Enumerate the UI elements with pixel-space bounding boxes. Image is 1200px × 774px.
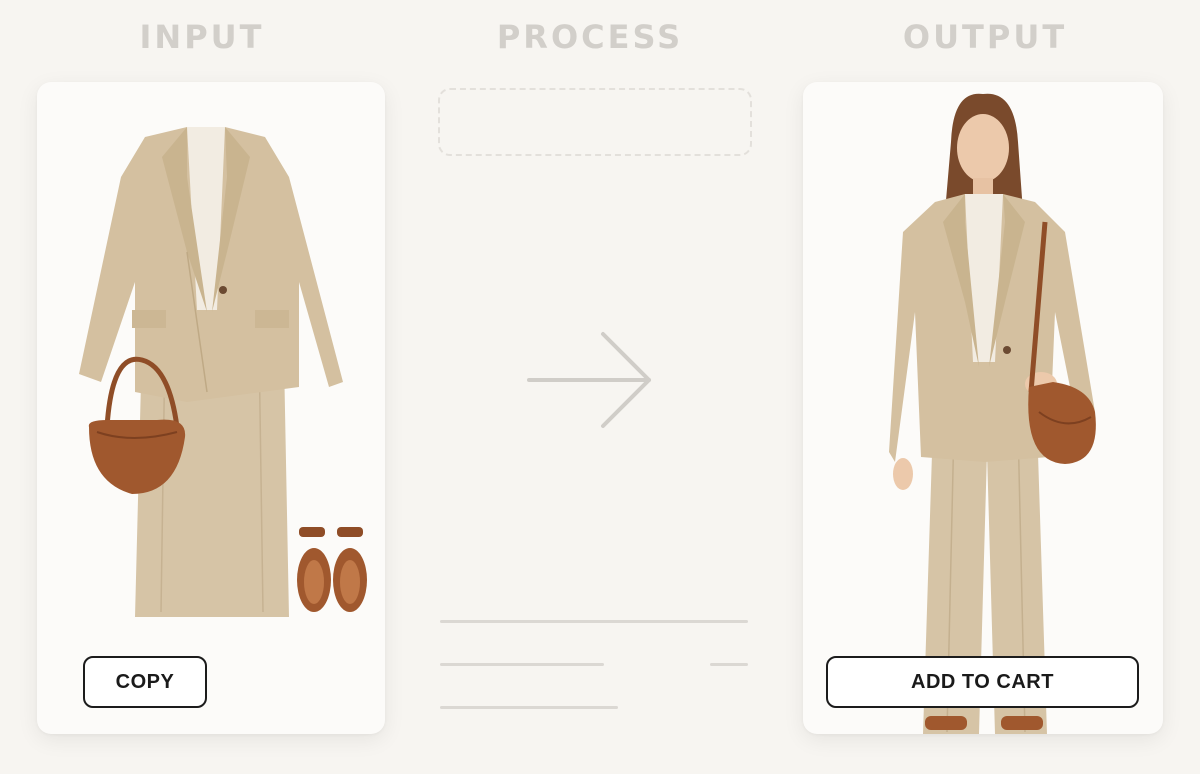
input-title: INPUT: [139, 18, 265, 56]
placeholder-line: [440, 663, 604, 666]
page: INPUT PROCESS OUTPUT COPY ADD TO CART: [0, 0, 1200, 774]
sandals-image: [297, 527, 367, 612]
placeholder-line: [710, 663, 748, 666]
blazer-image: [79, 127, 343, 402]
add-to-cart-button[interactable]: ADD TO CART: [826, 656, 1139, 708]
output-title: OUTPUT: [902, 18, 1068, 56]
process-title: PROCESS: [496, 18, 684, 56]
placeholder-line: [440, 620, 748, 623]
flat-lay-outfit-image: [79, 127, 367, 617]
right-arrow-icon: [527, 332, 651, 428]
process-placeholder-box: [438, 88, 752, 156]
model-face: [957, 114, 1009, 182]
model-wearing-outfit-image: [889, 93, 1096, 734]
copy-button[interactable]: COPY: [83, 656, 207, 708]
input-card: [37, 82, 385, 734]
placeholder-line: [440, 706, 618, 709]
output-card: [803, 82, 1163, 734]
